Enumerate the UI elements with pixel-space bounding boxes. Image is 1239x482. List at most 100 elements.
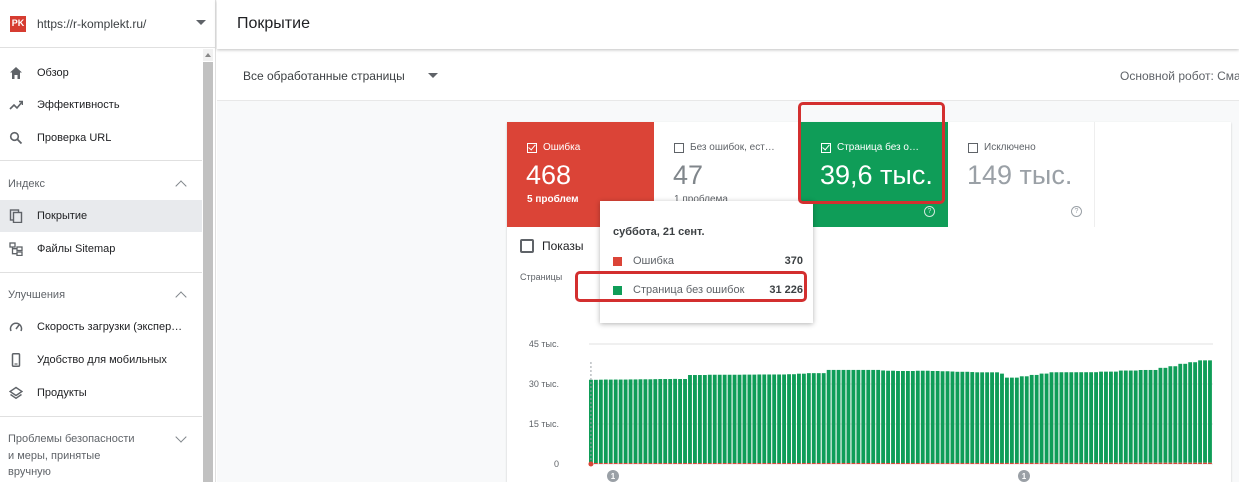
y-axis-label: Страницы: [520, 272, 562, 282]
scrollbar-up-arrow[interactable]: [203, 49, 213, 61]
help-icon[interactable]: ?: [924, 206, 935, 217]
bar-valid: [856, 369, 861, 463]
bar-error: [1109, 462, 1113, 464]
bar-valid: [1133, 370, 1138, 463]
bar-error: [846, 462, 851, 464]
bar-error: [876, 462, 881, 464]
nav-item-products[interactable]: Продукты: [0, 377, 202, 409]
bar-error: [757, 463, 762, 464]
dropdown-caret-icon[interactable]: [428, 73, 438, 78]
checkbox-icon[interactable]: [674, 142, 684, 153]
property-url: https://r-komplekt.ru/: [37, 16, 147, 31]
coverage-icon: [9, 209, 23, 223]
bar-valid: [1024, 376, 1029, 463]
help-icon[interactable]: ?: [1071, 206, 1082, 217]
scrollbar-thumb[interactable]: [203, 62, 213, 482]
bar-valid: [643, 379, 648, 464]
bar-valid: [901, 370, 905, 463]
bar-error: [693, 463, 697, 464]
tile-label: Исключено: [984, 142, 1036, 153]
property-logo: PK: [10, 15, 26, 32]
bar-valid: [920, 370, 925, 463]
chevron-down-icon[interactable]: [175, 431, 187, 443]
nav-label: Покрытие: [37, 210, 88, 222]
bar-valid: [1074, 372, 1079, 463]
bar-error: [782, 463, 787, 464]
impressions-toggle[interactable]: Показы: [520, 239, 583, 253]
tile-value: 149 тыс.: [967, 160, 1073, 190]
bar-valid: [678, 379, 683, 464]
bar-valid: [1054, 372, 1059, 463]
bar-error: [747, 463, 752, 464]
bar-error: [1198, 462, 1203, 464]
bar-valid: [727, 374, 732, 464]
section-index: Индекс: [8, 178, 45, 190]
nav-item-url-inspection[interactable]: Проверка URL: [0, 122, 202, 154]
nav-label: Обзор: [37, 67, 69, 79]
bar-error: [668, 463, 673, 464]
bar-error: [1034, 462, 1039, 464]
property-selector[interactable]: PK https://r-komplekt.ru/: [0, 0, 215, 48]
tile-excluded[interactable]: Исключено 149 тыс. ?: [948, 122, 1095, 227]
bar-error: [737, 463, 742, 464]
bar-error: [1009, 462, 1014, 464]
checkbox-icon[interactable]: [527, 142, 537, 153]
bar-valid: [1143, 369, 1148, 463]
highlight-box: [575, 271, 807, 302]
bar-valid: [688, 375, 692, 464]
bar-valid: [886, 370, 891, 463]
bar-error: [960, 462, 965, 464]
bar-error: [633, 463, 638, 464]
bar-error: [618, 463, 623, 464]
checkbox-icon[interactable]: [520, 239, 534, 253]
bar-error: [901, 462, 905, 464]
bar-valid: [1188, 362, 1193, 463]
bar-error: [1005, 462, 1009, 464]
nav-item-mobile[interactable]: Удобство для мобильных: [0, 344, 202, 376]
bar-error: [797, 463, 801, 464]
bar-valid: [915, 370, 920, 463]
nav-item-speed[interactable]: Скорость загрузки (экспер…: [0, 311, 202, 343]
bar-error: [950, 462, 955, 464]
bar-valid: [1138, 370, 1143, 463]
bar-valid: [881, 370, 886, 463]
bar-valid: [787, 374, 791, 464]
bar-error: [767, 463, 772, 464]
bar-valid: [905, 370, 910, 463]
bar-valid: [1019, 376, 1024, 463]
bar-error: [638, 463, 643, 464]
bar-error: [910, 462, 915, 464]
chevron-up-icon[interactable]: [175, 180, 187, 192]
bar-error: [648, 463, 653, 464]
nav-item-performance[interactable]: Эффективность: [0, 89, 202, 121]
bar-error: [1208, 462, 1212, 464]
checkbox-icon[interactable]: [968, 142, 978, 153]
bar-valid: [846, 369, 851, 463]
divider: [0, 160, 202, 161]
bar-error: [980, 462, 985, 464]
bar-valid: [960, 371, 965, 463]
pages-filter-dropdown[interactable]: Все обработанные страницы: [243, 69, 405, 83]
bar-error: [965, 462, 970, 464]
bar-error: [697, 463, 702, 464]
y-tick-label: 45 тыс.: [529, 339, 559, 349]
bar-valid: [985, 372, 990, 463]
bar-valid: [1009, 377, 1014, 463]
bar-error: [1069, 462, 1074, 464]
annotation-label: 1: [1022, 472, 1027, 481]
legend-swatch: [613, 257, 622, 266]
bar-valid: [737, 374, 742, 464]
divider: [0, 416, 202, 417]
bar-valid: [801, 373, 806, 464]
chevron-up-icon[interactable]: [175, 291, 187, 303]
section-security-line: Проблемы безопасности: [8, 433, 135, 445]
nav-item-sitemaps[interactable]: Файлы Sitemap: [0, 233, 202, 265]
bar-error: [643, 463, 648, 464]
bar-valid: [995, 372, 999, 463]
nav-item-coverage[interactable]: Покрытие: [0, 200, 202, 232]
bar-error: [930, 462, 935, 464]
nav-item-overview[interactable]: Обзор: [0, 57, 202, 89]
bar-error: [1203, 462, 1207, 464]
nav-label: Продукты: [37, 387, 87, 399]
bar-valid: [1203, 360, 1207, 463]
